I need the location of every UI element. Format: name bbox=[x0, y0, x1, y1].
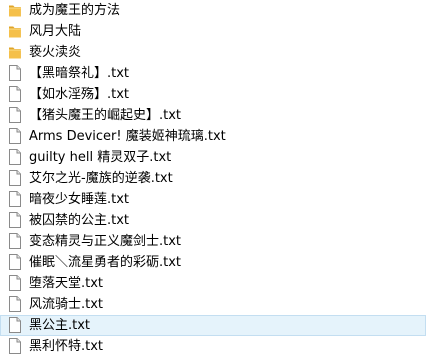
list-item[interactable]: 变态精灵与正义魔剑士.txt bbox=[0, 231, 426, 252]
list-item[interactable]: 黑利怀特.txt bbox=[0, 336, 426, 357]
text-file-icon bbox=[8, 191, 22, 207]
text-file-icon bbox=[8, 233, 22, 249]
text-file-icon bbox=[8, 254, 22, 270]
item-label: 被囚禁的公主.txt bbox=[29, 213, 130, 228]
folder-icon bbox=[8, 2, 22, 18]
text-file-icon bbox=[8, 65, 22, 81]
list-item[interactable]: 风月大陆 bbox=[0, 21, 426, 42]
text-file-icon bbox=[8, 107, 22, 123]
item-label: 风流骑士.txt bbox=[29, 297, 104, 312]
item-label: 变态精灵与正义魔剑士.txt bbox=[29, 234, 182, 249]
item-label: guilty hell 精灵双子.txt bbox=[29, 150, 172, 165]
text-file-icon bbox=[8, 128, 22, 144]
list-item[interactable]: 【黑暗祭礼】.txt bbox=[0, 63, 426, 84]
list-item[interactable]: 催眠＼流星勇者的彩砺.txt bbox=[0, 252, 426, 273]
item-label: 【黑暗祭礼】.txt bbox=[29, 66, 130, 81]
list-item[interactable]: 堕落天堂.txt bbox=[0, 273, 426, 294]
list-item[interactable]: 亵火渎炎 bbox=[0, 42, 426, 63]
list-item[interactable]: 风流骑士.txt bbox=[0, 294, 426, 315]
item-label: 黑公主.txt bbox=[29, 318, 91, 333]
text-file-icon bbox=[8, 317, 22, 333]
item-label: Arms Devicer! 魔装姬神琉璃.txt bbox=[29, 129, 226, 144]
item-label: 黑利怀特.txt bbox=[29, 339, 104, 354]
list-item[interactable]: 成为魔王的方法 bbox=[0, 0, 426, 21]
text-file-icon bbox=[8, 149, 22, 165]
text-file-icon bbox=[8, 338, 22, 354]
list-item[interactable]: guilty hell 精灵双子.txt bbox=[0, 147, 426, 168]
file-list: 成为魔王的方法 风月大陆 亵火渎炎 【黑暗祭礼】.txt 【如水淫殇】.txt … bbox=[0, 0, 426, 357]
item-label: 艾尔之光-魔族的逆袭.txt bbox=[29, 171, 173, 186]
list-item[interactable]: 被囚禁的公主.txt bbox=[0, 210, 426, 231]
item-label: 风月大陆 bbox=[29, 24, 82, 39]
item-label: 堕落天堂.txt bbox=[29, 276, 104, 291]
item-label: 亵火渎炎 bbox=[29, 45, 82, 60]
item-label: 【猪头魔王的崛起史】.txt bbox=[29, 108, 182, 123]
folder-icon bbox=[8, 23, 22, 39]
list-item[interactable]: 艾尔之光-魔族的逆袭.txt bbox=[0, 168, 426, 189]
item-label: 暗夜少女睡莲.txt bbox=[29, 192, 130, 207]
list-item[interactable]: 【如水淫殇】.txt bbox=[0, 84, 426, 105]
item-label: 成为魔王的方法 bbox=[29, 3, 121, 18]
text-file-icon bbox=[8, 212, 22, 228]
list-item[interactable]: 黑公主.txt bbox=[0, 315, 426, 336]
text-file-icon bbox=[8, 275, 22, 291]
item-label: 催眠＼流星勇者的彩砺.txt bbox=[29, 255, 182, 270]
text-file-icon bbox=[8, 296, 22, 312]
text-file-icon bbox=[8, 170, 22, 186]
list-item[interactable]: Arms Devicer! 魔装姬神琉璃.txt bbox=[0, 126, 426, 147]
folder-icon bbox=[8, 44, 22, 60]
item-label: 【如水淫殇】.txt bbox=[29, 87, 130, 102]
text-file-icon bbox=[8, 86, 22, 102]
list-item[interactable]: 【猪头魔王的崛起史】.txt bbox=[0, 105, 426, 126]
list-item[interactable]: 暗夜少女睡莲.txt bbox=[0, 189, 426, 210]
